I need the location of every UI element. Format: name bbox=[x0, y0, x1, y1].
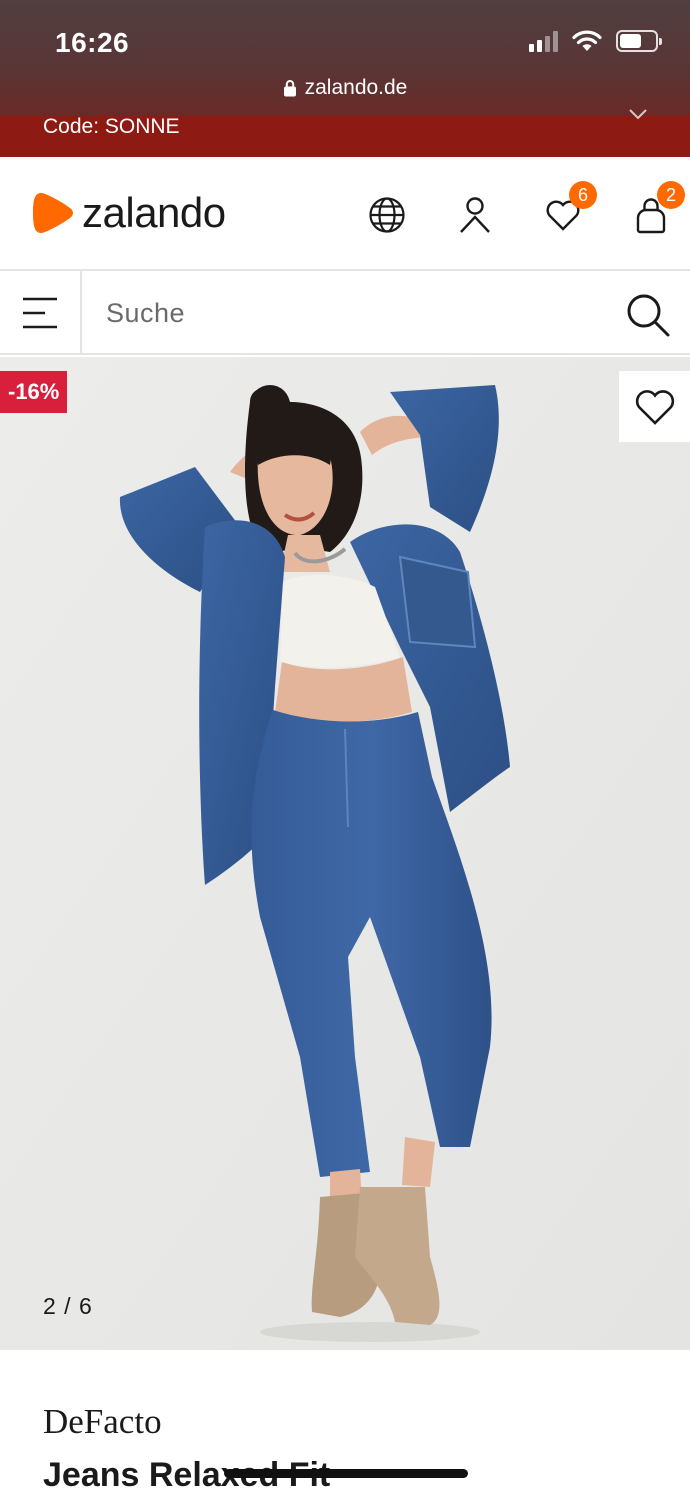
wishlist-button[interactable]: 6 bbox=[541, 181, 597, 237]
promo-banner[interactable]: Code: SONNE bbox=[0, 109, 690, 157]
product-brand[interactable]: DeFacto bbox=[43, 1402, 162, 1442]
promo-code: Code: SONNE bbox=[43, 115, 180, 138]
account-icon[interactable] bbox=[453, 193, 497, 237]
discount-badge: -16% bbox=[0, 371, 68, 413]
status-icons bbox=[529, 30, 662, 52]
menu-button[interactable] bbox=[0, 271, 82, 355]
menu-icon bbox=[23, 297, 57, 329]
logo-mark-icon bbox=[33, 192, 73, 234]
site-header: zalando 6 2 bbox=[0, 157, 690, 271]
model-photo bbox=[0, 357, 690, 1350]
close-icon[interactable] bbox=[626, 108, 650, 129]
add-to-wishlist-button[interactable] bbox=[619, 371, 690, 442]
status-time: 16:26 bbox=[55, 27, 130, 58]
battery-icon bbox=[616, 30, 662, 52]
globe-icon[interactable] bbox=[365, 193, 409, 237]
bag-button[interactable]: 2 bbox=[629, 181, 685, 237]
lock-icon bbox=[283, 80, 296, 97]
home-indicator[interactable] bbox=[224, 1469, 468, 1478]
wifi-icon bbox=[572, 30, 602, 51]
zalando-logo[interactable]: zalando bbox=[32, 191, 226, 235]
search-icon[interactable] bbox=[624, 291, 672, 339]
wishlist-count-badge: 6 bbox=[569, 181, 597, 209]
browser-chrome: 16:26 zalando.de bbox=[0, 0, 690, 116]
heart-icon bbox=[635, 389, 674, 425]
address-bar[interactable]: zalando.de bbox=[0, 76, 690, 100]
logo-text: zalando bbox=[82, 189, 226, 236]
search-bar bbox=[0, 271, 690, 355]
bag-count-badge: 2 bbox=[657, 181, 685, 209]
url-text: zalando.de bbox=[304, 76, 408, 99]
product-image[interactable]: -16% 2 / 6 bbox=[0, 357, 690, 1350]
image-counter: 2 / 6 bbox=[43, 1293, 93, 1319]
signal-icon bbox=[529, 30, 558, 52]
search-input[interactable] bbox=[84, 271, 604, 355]
